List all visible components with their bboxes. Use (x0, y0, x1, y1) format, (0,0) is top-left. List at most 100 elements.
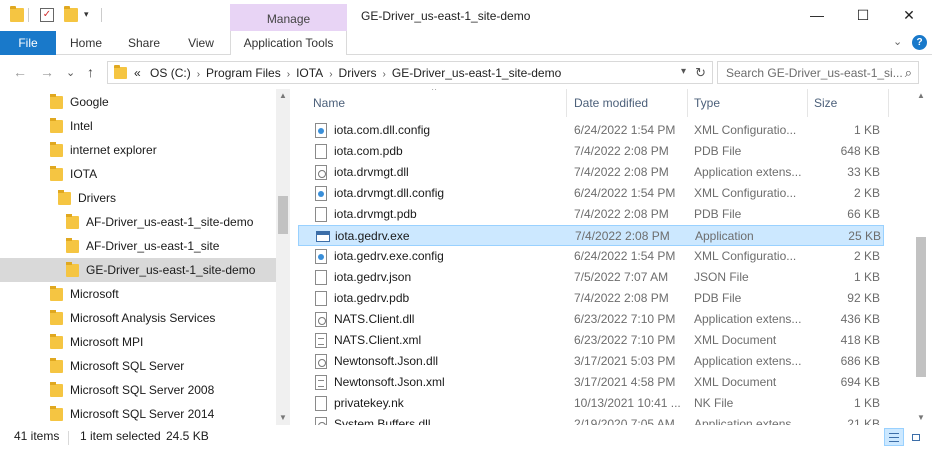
breadcrumb-program-files[interactable]: Program Files (206, 66, 281, 80)
breadcrumb-iota[interactable]: IOTA (296, 66, 323, 80)
selection-size: 24.5 KB (166, 429, 209, 443)
file-row[interactable]: iota.com.dll.config 6/24/2022 1:54 PM XML … (298, 120, 884, 141)
forward-button[interactable]: → (40, 64, 54, 80)
tab-share[interactable]: Share (118, 31, 170, 55)
breadcrumb-os-c[interactable]: OS (C:) (150, 66, 191, 80)
breadcrumb-overflow[interactable]: « (134, 66, 141, 80)
folder-icon (50, 94, 63, 109)
folder-icon (50, 406, 63, 421)
properties-icon[interactable]: ✓ (40, 8, 54, 22)
column-header-type[interactable]: Type (694, 89, 720, 117)
refresh-icon[interactable]: ↻ (695, 65, 706, 81)
tab-home[interactable]: Home (60, 31, 112, 55)
file-row[interactable]: iota.gedrv.exe.config 6/24/2022 1:54 PM XM… (298, 246, 884, 267)
tree-item[interactable]: Intel (0, 114, 276, 138)
tab-application-tools[interactable]: Application Tools (230, 31, 347, 55)
file-name: iota.gedrv.exe.config (334, 249, 444, 263)
column-header-date[interactable]: Date modified (574, 89, 648, 117)
up-button[interactable]: ↑ (87, 64, 94, 80)
back-button[interactable]: ← (13, 64, 27, 80)
file-type: XML Configuratio... (694, 249, 797, 263)
chevron-right-icon[interactable]: › (329, 69, 332, 80)
exe-file-icon (316, 231, 330, 242)
file-row[interactable]: NATS.Client.xml 6/23/2022 7:10 PM XML Docu… (298, 330, 884, 351)
file-size: 92 KB (847, 291, 880, 305)
file-row[interactable]: iota.gedrv.pdb 7/4/2022 2:08 PM PDB File 92… (298, 288, 884, 309)
search-input[interactable]: Search GE-Driver_us-east-1_si... ⌕ (717, 61, 919, 84)
tree-item[interactable]: AF-Driver_us-east-1_site-demo (0, 210, 276, 234)
tree-item[interactable]: Drivers (0, 186, 276, 210)
expand-ribbon-icon[interactable]: ⌄ (893, 35, 902, 48)
tree-item[interactable]: IOTA (0, 162, 276, 186)
column-header-name[interactable]: Name (313, 89, 345, 117)
tree-item[interactable]: internet explorer (0, 138, 276, 162)
minimize-button[interactable]: — (794, 0, 840, 31)
file-size: 2 KB (853, 186, 880, 200)
tree-item[interactable]: Microsoft MPI (0, 330, 276, 354)
tab-file[interactable]: File (0, 31, 56, 55)
tree-item[interactable]: Microsoft SQL Server 2008 (0, 378, 276, 402)
breadcrumb-drivers[interactable]: Drivers (339, 66, 377, 80)
item-count: 41 items (14, 429, 60, 443)
file-row[interactable]: iota.gedrv.json 7/5/2022 7:07 AM JSON File… (298, 267, 884, 288)
tree-item[interactable]: Microsoft SQL Server (0, 354, 276, 378)
file-row[interactable]: iota.gedrv.exe 7/4/2022 2:08 PM Applicatio… (298, 225, 884, 246)
tree-item[interactable]: Microsoft SQL Server 2014 (0, 402, 276, 425)
tree-item-label: Microsoft SQL Server 2008 (70, 383, 215, 397)
search-icon[interactable]: ⌕ (905, 65, 912, 81)
large-icons-view-button[interactable] (906, 428, 926, 446)
column-header-size[interactable]: Size (814, 89, 837, 117)
new-folder-icon[interactable] (64, 6, 78, 22)
column-divider[interactable] (807, 89, 808, 117)
chevron-right-icon[interactable]: › (197, 69, 200, 80)
tree-item-label: AF-Driver_us-east-1_site-demo (86, 215, 254, 229)
folder-icon (50, 286, 63, 301)
tree-item[interactable]: Google (0, 90, 276, 114)
customize-qat-icon[interactable]: ▾ (84, 9, 98, 23)
tree-item[interactable]: GE-Driver_us-east-1_site-demo (0, 258, 276, 282)
breadcrumb-current[interactable]: GE-Driver_us-east-1_site-demo (392, 66, 561, 80)
help-icon[interactable]: ? (912, 35, 927, 50)
scroll-up-icon[interactable]: ▲ (279, 91, 287, 100)
column-divider[interactable] (687, 89, 688, 117)
chevron-right-icon[interactable]: › (287, 69, 290, 80)
window-title: GE-Driver_us-east-1_site-demo (361, 9, 531, 23)
recent-locations-icon[interactable]: ⌄ (66, 66, 75, 79)
column-divider[interactable] (566, 89, 567, 117)
tree-item[interactable]: Microsoft (0, 282, 276, 306)
file-date-modified: 7/5/2022 7:07 AM (574, 270, 669, 284)
tree-item[interactable]: AF-Driver_us-east-1_site (0, 234, 276, 258)
tab-view[interactable]: View (176, 31, 226, 55)
title-bar: ✓ ▾ Manage GE-Driver_us-east-1_site-demo… (0, 0, 932, 31)
details-view-button[interactable] (884, 428, 904, 446)
file-size: 66 KB (847, 207, 880, 221)
file-size: 2 KB (853, 249, 880, 263)
file-row[interactable]: iota.drvmgt.pdb 7/4/2022 2:08 PM PDB File 6… (298, 204, 884, 225)
chevron-right-icon[interactable]: › (383, 69, 386, 80)
address-dropdown-icon[interactable]: ▾ (681, 66, 686, 77)
file-row[interactable]: iota.drvmgt.dll 7/4/2022 2:08 PM Applicati… (298, 162, 884, 183)
close-button[interactable]: ✕ (886, 0, 932, 31)
file-row[interactable]: iota.com.pdb 7/4/2022 2:08 PM PDB File 648 … (298, 141, 884, 162)
file-name: Newtonsoft.Json.xml (334, 375, 445, 389)
scroll-up-icon[interactable]: ▲ (917, 91, 925, 100)
scroll-down-icon[interactable]: ▼ (917, 413, 925, 422)
file-row[interactable]: iota.drvmgt.dll.config 6/24/2022 1:54 PM X… (298, 183, 884, 204)
file-name: iota.drvmgt.dll.config (334, 186, 445, 200)
file-size: 25 KB (848, 229, 881, 243)
address-bar[interactable]: « OS (C:) › Program Files › IOTA › Drivers › GE-… (107, 61, 713, 84)
scrollbar-thumb[interactable] (278, 196, 288, 234)
file-row[interactable]: NATS.Client.dll 6/23/2022 7:10 PM Applicat… (298, 309, 884, 330)
navigation-pane-scrollbar[interactable]: ▲ ▼ (276, 89, 290, 425)
scrollbar-thumb[interactable] (916, 237, 926, 377)
tree-item[interactable]: Microsoft Analysis Services (0, 306, 276, 330)
file-row[interactable]: Newtonsoft.Json.xml 3/17/2021 4:58 PM XML … (298, 372, 884, 393)
column-divider[interactable] (888, 89, 889, 117)
file-file-icon (315, 291, 327, 306)
maximize-button[interactable]: ☐ (840, 0, 886, 31)
file-row[interactable]: Newtonsoft.Json.dll 3/17/2021 5:03 PM Appl… (298, 351, 884, 372)
scroll-down-icon[interactable]: ▼ (279, 413, 287, 422)
file-list-scrollbar[interactable]: ▲ ▼ (912, 89, 932, 425)
file-row[interactable]: System.Buffers.dll 2/19/2020 7:05 AM Appli… (298, 414, 884, 425)
file-row[interactable]: privatekey.nk 10/13/2021 10:41 ... NK File… (298, 393, 884, 414)
